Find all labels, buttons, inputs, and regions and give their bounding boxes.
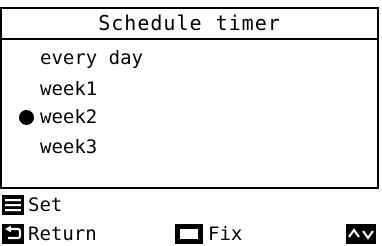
- set-button[interactable]: Set: [0, 193, 100, 219]
- list-item-week1[interactable]: week1: [0, 75, 200, 103]
- fix-button[interactable]: Fix: [175, 222, 265, 246]
- list-item-label: week2: [40, 106, 98, 128]
- list-item-label: week3: [40, 136, 98, 158]
- up-down-arrows-icon[interactable]: [346, 224, 376, 244]
- list-item-label: every day: [40, 47, 143, 69]
- list-item-every-day[interactable]: every day: [0, 44, 200, 72]
- list-item-week3[interactable]: week3: [0, 133, 200, 161]
- return-button[interactable]: Return: [0, 222, 130, 246]
- page-title: Schedule timer: [2, 9, 377, 40]
- selected-indicator-icon: [19, 110, 34, 125]
- list-item-week2[interactable]: week2: [0, 103, 200, 131]
- return-button-label: Return: [28, 223, 97, 245]
- fix-button-label: Fix: [208, 223, 243, 245]
- set-button-label: Set: [28, 194, 63, 216]
- list-item-label: week1: [40, 78, 98, 100]
- menu-icon: [2, 195, 24, 215]
- return-icon: [2, 224, 24, 244]
- square-button-icon: [175, 224, 203, 244]
